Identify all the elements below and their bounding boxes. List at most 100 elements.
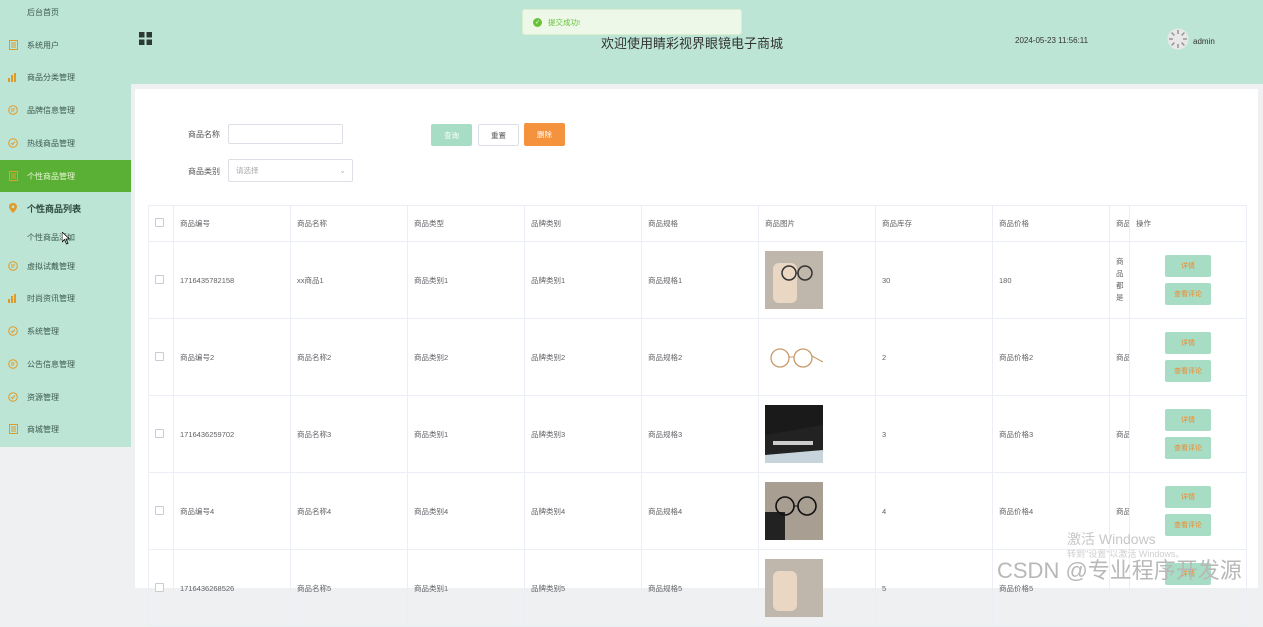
product-name-input[interactable] — [228, 124, 343, 144]
sidebar-item-label: 公告信息管理 — [27, 359, 75, 369]
sidebar-item-label: 个性商品管理 — [27, 171, 75, 181]
category-placeholder: 请选择 — [236, 166, 259, 175]
sidebar-item-label: 后台首页 — [27, 7, 59, 17]
actions-cell: 详情 查看评论 — [1129, 395, 1247, 473]
product-spec: 商品规格3 — [641, 395, 759, 473]
product-brand: 品牌类别4 — [524, 472, 642, 550]
product-image — [765, 405, 823, 463]
sidebar-item-category[interactable]: 商品分类管理 — [0, 61, 131, 93]
csdn-watermark: CSDN @专业程序开发源 — [997, 558, 1242, 583]
sidebar-item-label: 系统用户 — [27, 40, 59, 50]
document-icon — [8, 40, 18, 50]
sidebar-item-label: 虚拟试戴管理 — [27, 261, 75, 271]
column-header: 商品规格 — [641, 205, 759, 242]
product-stock: 3 — [875, 395, 993, 473]
product-spec: 商品规格5 — [641, 549, 759, 627]
select-all-cell[interactable] — [148, 205, 174, 242]
chat-icon — [8, 359, 18, 369]
bar-chart-icon — [8, 293, 18, 303]
sidebar-item-fashion-news[interactable]: 时尚资讯管理 — [0, 282, 131, 314]
sidebar-item-virtual-tryon[interactable]: 虚拟试戴管理 — [0, 250, 131, 282]
success-check-icon: ✓ — [533, 17, 542, 27]
sidebar-item-label: 商城管理 — [27, 424, 59, 434]
product-name: 商品名称4 — [290, 472, 408, 550]
check-circle-icon — [8, 138, 18, 148]
windows-activation-title: 激活 Windows — [1067, 531, 1156, 547]
table-row: 商品编号2 商品名称2 商品类别2 品牌类别2 商品规格2 2 商品价格2 商品… — [148, 318, 1247, 396]
sidebar-item-label: 个性商品列表 — [27, 203, 82, 214]
product-name: xx商品1 — [290, 241, 408, 319]
detail-button[interactable]: 详情 — [1165, 332, 1211, 354]
reset-button[interactable]: 重置 — [478, 124, 519, 146]
product-type: 商品类别1 — [407, 549, 525, 627]
delete-button[interactable]: 删除 — [524, 123, 565, 146]
actions-cell: 详情 查看评论 — [1129, 318, 1247, 396]
toast-message: 提交成功! — [548, 17, 581, 27]
product-spec: 商品规格4 — [641, 472, 759, 550]
view-reviews-button[interactable]: 查看评论 — [1165, 283, 1211, 305]
sidebar-item-system-users[interactable]: 系统用户 — [0, 29, 131, 61]
sidebar-item-resources[interactable]: 资源管理 — [0, 381, 131, 413]
select-all-checkbox[interactable] — [155, 218, 164, 227]
view-reviews-button[interactable]: 查看评论 — [1165, 360, 1211, 382]
product-extra: 商品 — [1109, 395, 1130, 473]
document-icon — [8, 171, 18, 181]
actions-cell: 详情 查看评论 — [1129, 241, 1247, 319]
detail-button[interactable]: 详情 — [1165, 486, 1211, 508]
product-price: 商品价格3 — [992, 395, 1110, 473]
row-checkbox[interactable] — [155, 274, 164, 284]
sidebar-item-home[interactable]: 后台首页 — [0, 0, 131, 28]
product-spec: 商品规格1 — [641, 241, 759, 319]
current-datetime: 2024-05-23 11:56:11 — [1015, 36, 1089, 45]
document-icon — [8, 424, 18, 434]
column-header: 商品名称 — [290, 205, 408, 242]
sidebar: 后台首页 系统用户 商品分类管理 品牌信息管理 热线商品管理 个性商品管理 个性… — [0, 0, 131, 447]
product-category-select[interactable]: 请选择 ⌄ — [228, 159, 353, 182]
row-checkbox[interactable] — [155, 505, 164, 515]
avatar[interactable] — [1167, 28, 1189, 50]
check-circle-icon — [8, 326, 18, 336]
query-button[interactable]: 查询 — [431, 124, 472, 146]
row-checkbox[interactable] — [155, 428, 164, 438]
sidebar-item-mall[interactable]: 商城管理 — [0, 413, 131, 445]
product-stock: 5 — [875, 549, 993, 627]
sidebar-item-hot-products[interactable]: 热线商品管理 — [0, 127, 131, 159]
detail-button[interactable]: 详情 — [1165, 255, 1211, 277]
sidebar-item-label: 时尚资讯管理 — [27, 293, 75, 303]
product-price: 商品价格2 — [992, 318, 1110, 396]
sidebar-item-brand[interactable]: 品牌信息管理 — [0, 94, 131, 126]
product-brand: 品牌类别2 — [524, 318, 642, 396]
detail-button[interactable]: 详情 — [1165, 409, 1211, 431]
product-name: 商品名称3 — [290, 395, 408, 473]
product-type: 商品类别2 — [407, 318, 525, 396]
product-extra: 商品 — [1109, 318, 1130, 396]
home-icon — [8, 7, 18, 17]
column-header: 操作 — [1129, 205, 1247, 242]
product-code: 1716435782158 — [173, 241, 291, 319]
product-price: 180 — [992, 241, 1110, 319]
sidebar-item-custom-list[interactable]: 个性商品列表 — [0, 192, 131, 224]
sidebar-item-custom-products[interactable]: 个性商品管理 — [0, 160, 131, 192]
chat-icon — [8, 261, 18, 271]
product-code: 1716436259702 — [173, 395, 291, 473]
product-brand: 品牌类别5 — [524, 549, 642, 627]
view-reviews-button[interactable]: 查看评论 — [1165, 514, 1211, 536]
view-reviews-button[interactable]: 查看评论 — [1165, 437, 1211, 459]
product-stock: 4 — [875, 472, 993, 550]
mouse-cursor-icon — [62, 232, 71, 245]
chevron-down-icon: ⌄ — [339, 166, 346, 175]
sidebar-item-label: 商品分类管理 — [27, 72, 75, 82]
sidebar-item-notice[interactable]: 公告信息管理 — [0, 348, 131, 380]
grid-menu-icon[interactable] — [139, 32, 152, 45]
column-header: 商品编号 — [173, 205, 291, 242]
product-extra: 商品 都 是 — [1109, 241, 1130, 319]
row-checkbox[interactable] — [155, 351, 164, 361]
product-name: 商品名称5 — [290, 549, 408, 627]
product-name-label: 商品名称 — [188, 130, 220, 139]
sidebar-item-system[interactable]: 系统管理 — [0, 315, 131, 347]
product-stock: 2 — [875, 318, 993, 396]
product-image — [765, 482, 823, 540]
column-header: 商品价格 — [992, 205, 1110, 242]
row-checkbox[interactable] — [155, 582, 164, 592]
product-brand: 品牌类别1 — [524, 241, 642, 319]
